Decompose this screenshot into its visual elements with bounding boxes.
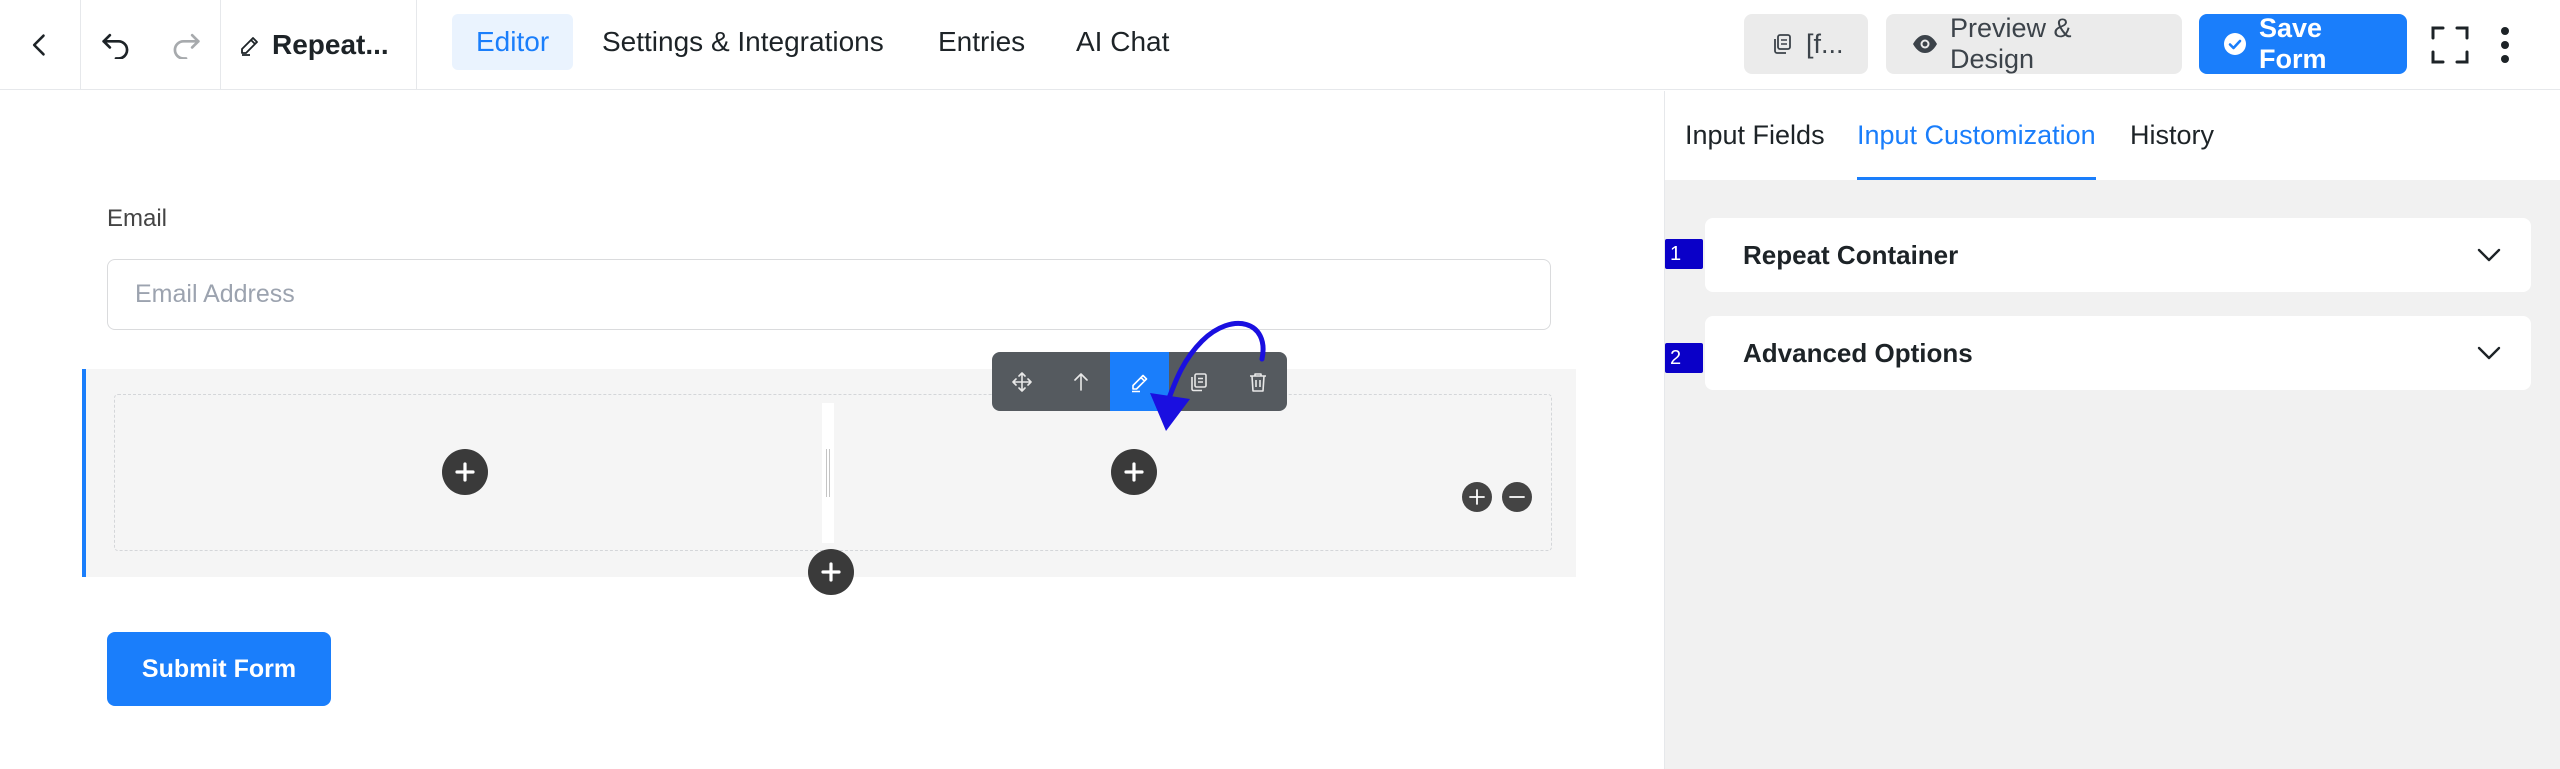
repeat-container-section[interactable]: Repeat Container [1705,218,2531,292]
tab-input-customization-label: Input Customization [1857,120,2096,150]
tab-ai-chat[interactable]: AI Chat [1052,14,1193,70]
add-field-column-2-button[interactable] [1111,449,1157,495]
tab-entries-label: Entries [938,26,1026,57]
top-bar: Repeat... Editor Settings & Integrations… [0,0,2560,90]
copy-icon [1770,32,1794,56]
minus-icon [1509,496,1525,498]
save-form-button[interactable]: Save Form [2199,13,2407,74]
save-form-label: Save Form [2259,13,2327,74]
editor-canvas: Email Email Address Submit Form [0,91,1664,769]
form-title[interactable]: Repeat... [238,0,389,89]
settings-panel: Input Fields Input Customization History… [1664,91,2560,769]
repeat-container-section-label: Repeat Container [1743,239,1959,270]
repeat-container[interactable] [82,369,1576,577]
tab-editor[interactable]: Editor [452,14,574,70]
more-options-icon[interactable] [2490,0,2520,89]
tab-history[interactable]: History [2130,91,2214,180]
back-icon[interactable] [0,0,80,89]
add-row-button[interactable] [1462,482,1492,512]
email-field[interactable]: Email Address [107,259,1551,330]
preview-design-button[interactable]: Preview & Design [1886,13,2182,74]
shortcode-label: [f... [1806,28,1844,59]
plus-icon [455,462,475,482]
tab-settings-integrations[interactable]: Settings & Integrations [578,14,908,70]
eye-icon [1912,34,1938,54]
form-title-text: Repeat... [272,28,389,60]
shortcode-button[interactable]: [f... [1744,14,1868,74]
email-placeholder: Email Address [135,280,295,308]
undo-icon[interactable] [100,31,132,59]
plus-small-icon [1469,489,1485,505]
tab-entries[interactable]: Entries [914,14,1049,70]
add-field-below-button[interactable] [808,549,854,595]
advanced-options-section[interactable]: Advanced Options [1705,316,2531,390]
plus-icon [821,562,841,582]
check-circle-icon [2223,32,2247,56]
submit-form-label: Submit Form [141,654,297,683]
tab-input-fields[interactable]: Input Fields [1685,91,1825,180]
tab-input-customization[interactable]: Input Customization [1857,91,2096,180]
fullscreen-icon[interactable] [2424,0,2476,89]
move-icon[interactable] [992,352,1051,411]
edit-title-icon [238,33,262,57]
column-resize-handle[interactable] [822,403,834,543]
tab-ai-chat-label: AI Chat [1076,26,1170,57]
redo-icon[interactable] [170,31,202,59]
add-field-column-1-button[interactable] [442,449,488,495]
preview-label: Preview & Design [1950,13,2072,74]
annotation-arrow-icon [1120,301,1290,451]
tab-settings-label: Settings & Integrations [602,26,884,57]
annotation-badge-2: 2 [1665,343,1703,373]
undo-redo-group [81,0,221,89]
panel-tabs: Input Fields Input Customization History [1665,91,2560,180]
chevron-down-icon [2477,248,2501,262]
plus-icon [1124,462,1144,482]
tab-history-label: History [2130,120,2215,150]
annotation-badge-1: 1 [1665,239,1703,269]
advanced-options-section-label: Advanced Options [1743,337,1973,368]
tab-editor-label: Editor [476,26,550,57]
submit-form-button[interactable]: Submit Form [107,632,331,706]
remove-row-button[interactable] [1502,482,1532,512]
tab-input-fields-label: Input Fields [1685,120,1825,150]
repeat-columns [114,394,1552,551]
email-label: Email [107,205,168,232]
move-up-icon[interactable] [1051,352,1110,411]
chevron-down-icon [2477,346,2501,360]
